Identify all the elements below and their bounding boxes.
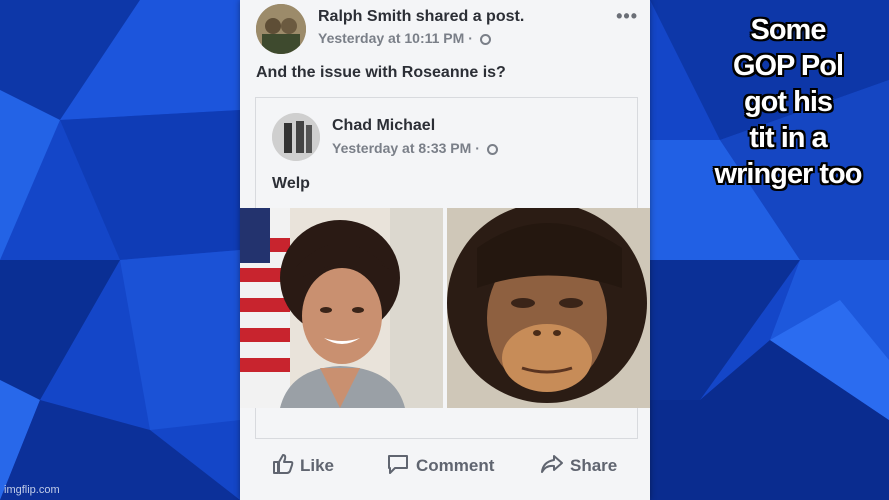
- photo-ape-character[interactable]: [447, 208, 650, 408]
- thumbs-up-icon: [273, 454, 294, 474]
- comment-bubble-icon: [388, 455, 408, 474]
- share-label: Share: [570, 456, 618, 475]
- more-dots-icon[interactable]: •••: [616, 6, 638, 27]
- shared-post-author[interactable]: Chad Michael: [332, 117, 435, 135]
- shared-post-text: Welp: [272, 175, 310, 192]
- post-action-bar: Like Comment Share: [240, 445, 650, 485]
- caption-line-1: Some: [750, 14, 827, 46]
- caption-line-2: GOP Pol: [732, 50, 844, 82]
- american-flag: [240, 208, 290, 408]
- like-button[interactable]: Like: [272, 453, 334, 476]
- photo-woman-with-flag[interactable]: [240, 208, 443, 408]
- globe-icon: [486, 144, 498, 155]
- comment-button[interactable]: Comment: [386, 453, 494, 476]
- original-post-timestamp[interactable]: Yesterday at 10:11 PM: [318, 30, 464, 46]
- share-button[interactable]: Share: [540, 453, 617, 476]
- caption-line-3: got his: [743, 86, 833, 118]
- shared-post-meta: Yesterday at 8:33 PM ·: [332, 140, 498, 156]
- caption-line-4: tit in a: [749, 122, 827, 154]
- like-label: Like: [300, 456, 335, 475]
- original-post-meta: Yesterday at 10:11 PM ·: [318, 30, 491, 46]
- chad-michael-avatar[interactable]: [272, 113, 320, 161]
- imgflip-watermark: imgflip.com: [4, 484, 60, 496]
- avatar-photo-icon: [272, 113, 320, 161]
- share-arrow-icon: [541, 455, 563, 473]
- original-post-author[interactable]: Ralph Smith shared a post.: [318, 8, 524, 26]
- avatar-photo-icon: [256, 4, 306, 54]
- ralph-smith-avatar[interactable]: [256, 4, 306, 54]
- original-post-text: And the issue with Roseanne is?: [256, 64, 506, 81]
- globe-icon: [479, 34, 491, 45]
- facebook-post-card: Ralph Smith shared a post. Yesterday at …: [240, 0, 650, 500]
- comment-label: Comment: [416, 456, 495, 475]
- meme-caption: Some GOP Pol got his tit in a wringer to…: [688, 12, 888, 192]
- shared-post-timestamp[interactable]: Yesterday at 8:33 PM: [332, 140, 471, 156]
- caption-line-5: wringer too: [714, 158, 863, 190]
